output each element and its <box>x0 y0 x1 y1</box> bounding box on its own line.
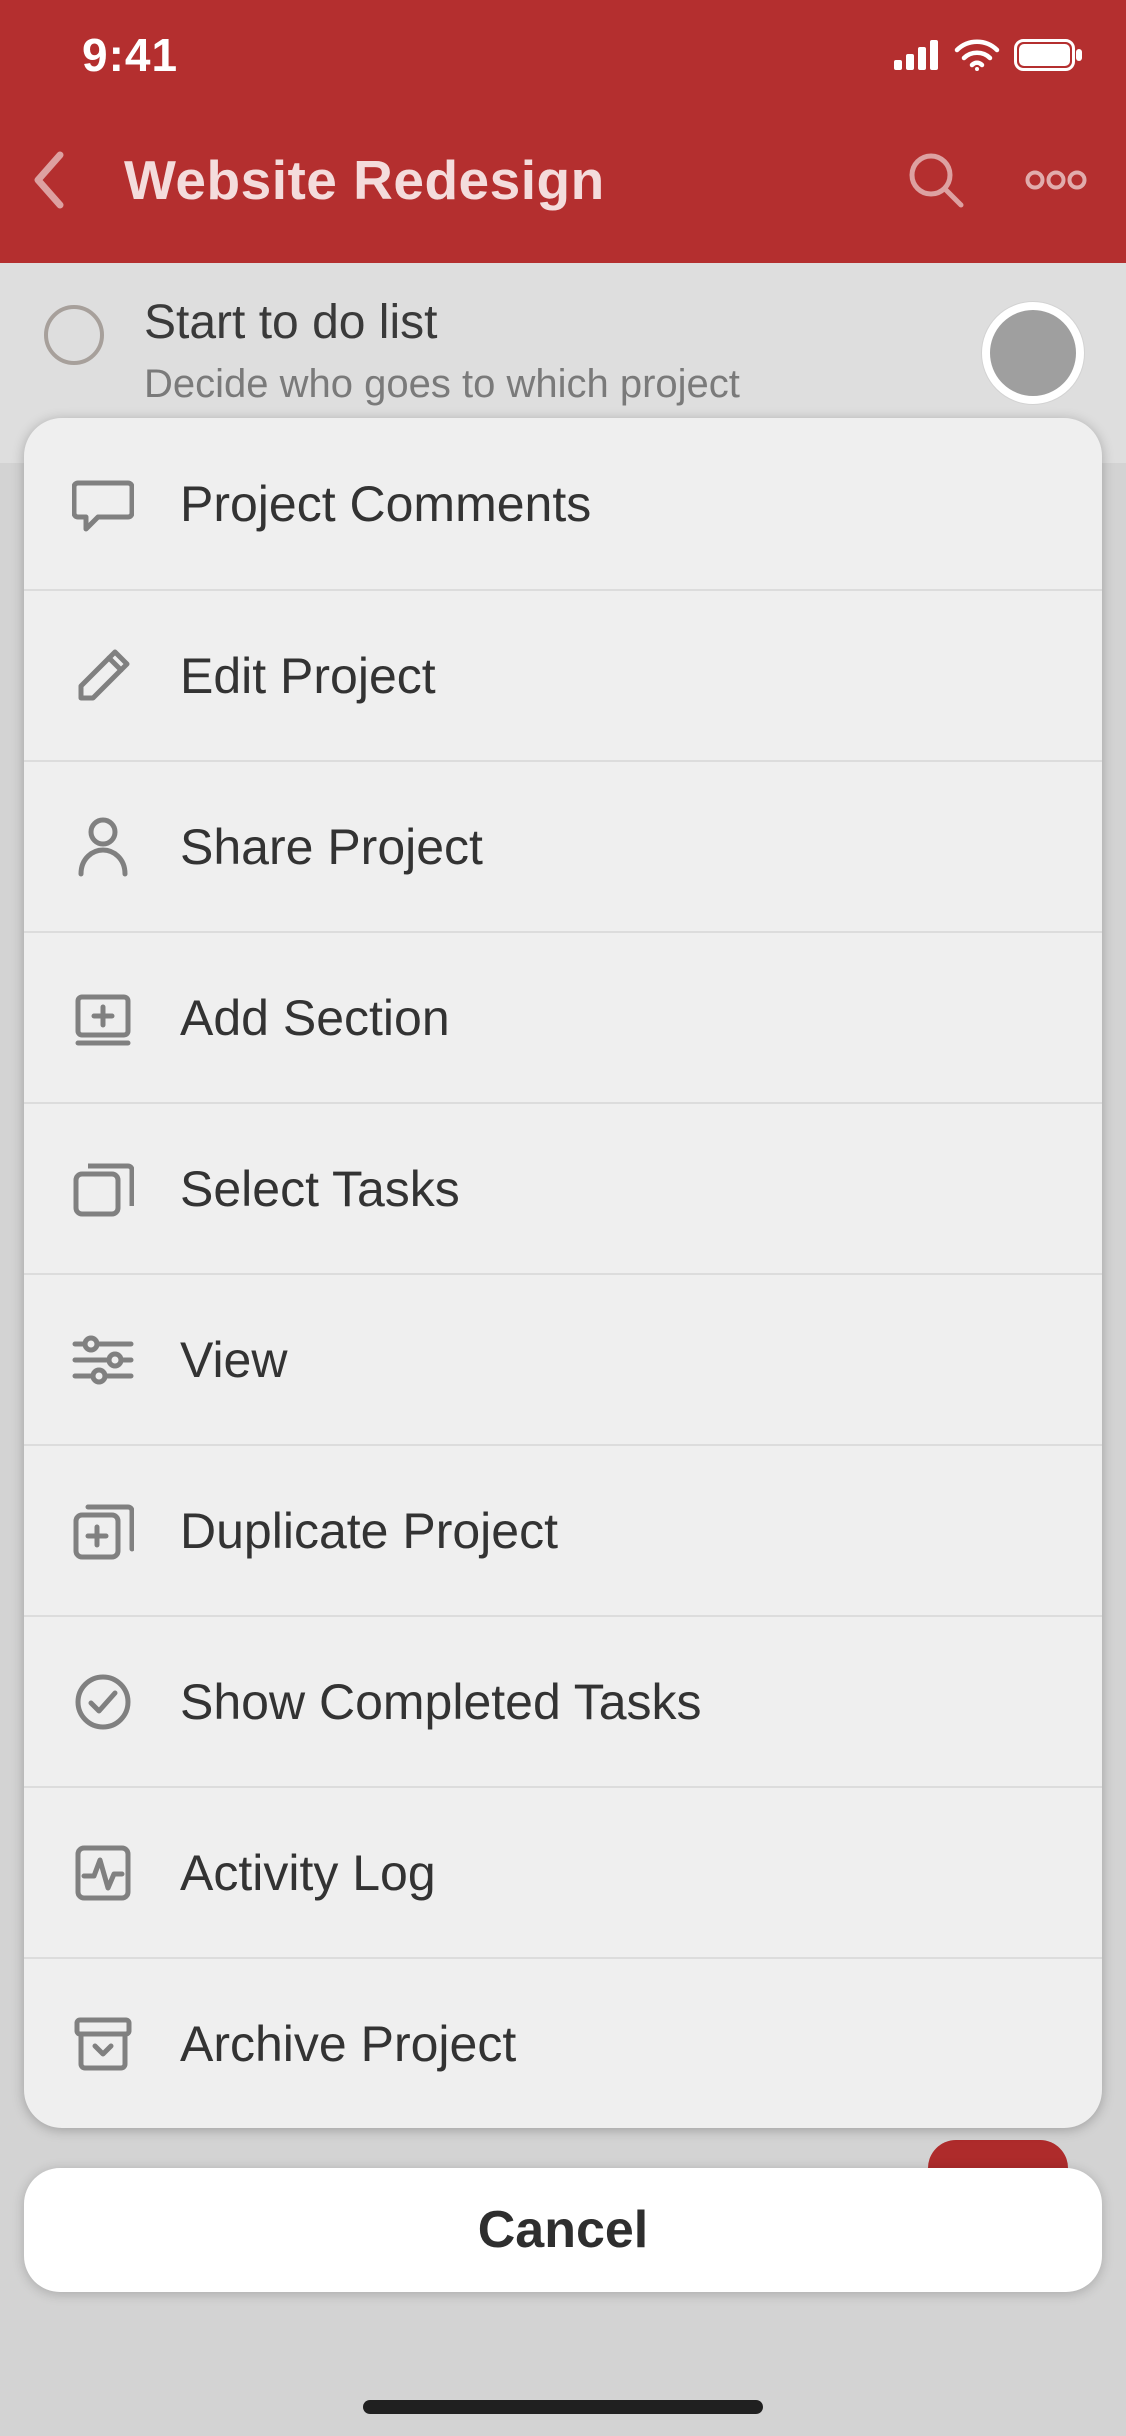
status-bar: 9:41 <box>0 0 1126 110</box>
menu-archive-project[interactable]: Archive Project <box>24 1957 1102 2128</box>
menu-duplicate-project[interactable]: Duplicate Project <box>24 1444 1102 1615</box>
screen: 9:41 Website Redesign <box>0 0 1126 2436</box>
touch-indicator <box>982 302 1084 404</box>
more-button[interactable] <box>1016 140 1096 220</box>
cancel-button[interactable]: Cancel <box>24 2168 1102 2292</box>
status-time: 9:41 <box>82 28 178 82</box>
task-subtitle: Decide who goes to which project <box>144 362 740 407</box>
stack-icon <box>68 1154 138 1224</box>
action-sheet: Project Comments Edit Project Share Proj… <box>24 418 1102 2128</box>
page-title: Website Redesign <box>124 148 605 212</box>
menu-edit-project[interactable]: Edit Project <box>24 589 1102 760</box>
duplicate-icon <box>68 1496 138 1566</box>
menu-label: View <box>180 1331 287 1389</box>
sliders-icon <box>68 1325 138 1395</box>
menu-label: Add Section <box>180 989 450 1047</box>
person-icon <box>68 812 138 882</box>
activity-icon <box>68 1838 138 1908</box>
battery-icon <box>1014 39 1084 71</box>
menu-select-tasks[interactable]: Select Tasks <box>24 1102 1102 1273</box>
back-button[interactable] <box>14 145 84 215</box>
menu-label: Project Comments <box>180 475 591 533</box>
check-circle-icon <box>68 1667 138 1737</box>
menu-share-project[interactable]: Share Project <box>24 760 1102 931</box>
comment-icon <box>68 469 138 539</box>
menu-label: Show Completed Tasks <box>180 1673 702 1731</box>
home-indicator[interactable] <box>363 2400 763 2414</box>
menu-label: Edit Project <box>180 647 436 705</box>
cellular-icon <box>894 40 940 70</box>
task-title: Start to do list <box>144 295 740 350</box>
wifi-icon <box>954 39 1000 71</box>
pencil-icon <box>68 641 138 711</box>
menu-project-comments[interactable]: Project Comments <box>24 418 1102 589</box>
menu-label: Select Tasks <box>180 1160 460 1218</box>
add-section-icon <box>68 983 138 1053</box>
menu-view[interactable]: View <box>24 1273 1102 1444</box>
menu-label: Activity Log <box>180 1844 436 1902</box>
menu-label: Archive Project <box>180 2015 516 2073</box>
menu-activity-log[interactable]: Activity Log <box>24 1786 1102 1957</box>
archive-icon <box>68 2009 138 2079</box>
menu-add-section[interactable]: Add Section <box>24 931 1102 1102</box>
nav-bar: Website Redesign <box>0 110 1126 250</box>
menu-label: Duplicate Project <box>180 1502 558 1560</box>
nav-area: 9:41 Website Redesign <box>0 0 1126 263</box>
task-checkbox[interactable] <box>44 305 104 365</box>
status-indicators <box>894 39 1084 71</box>
menu-show-completed[interactable]: Show Completed Tasks <box>24 1615 1102 1786</box>
menu-label: Share Project <box>180 818 483 876</box>
task-text: Start to do list Decide who goes to whic… <box>144 295 740 407</box>
search-button[interactable] <box>896 140 976 220</box>
